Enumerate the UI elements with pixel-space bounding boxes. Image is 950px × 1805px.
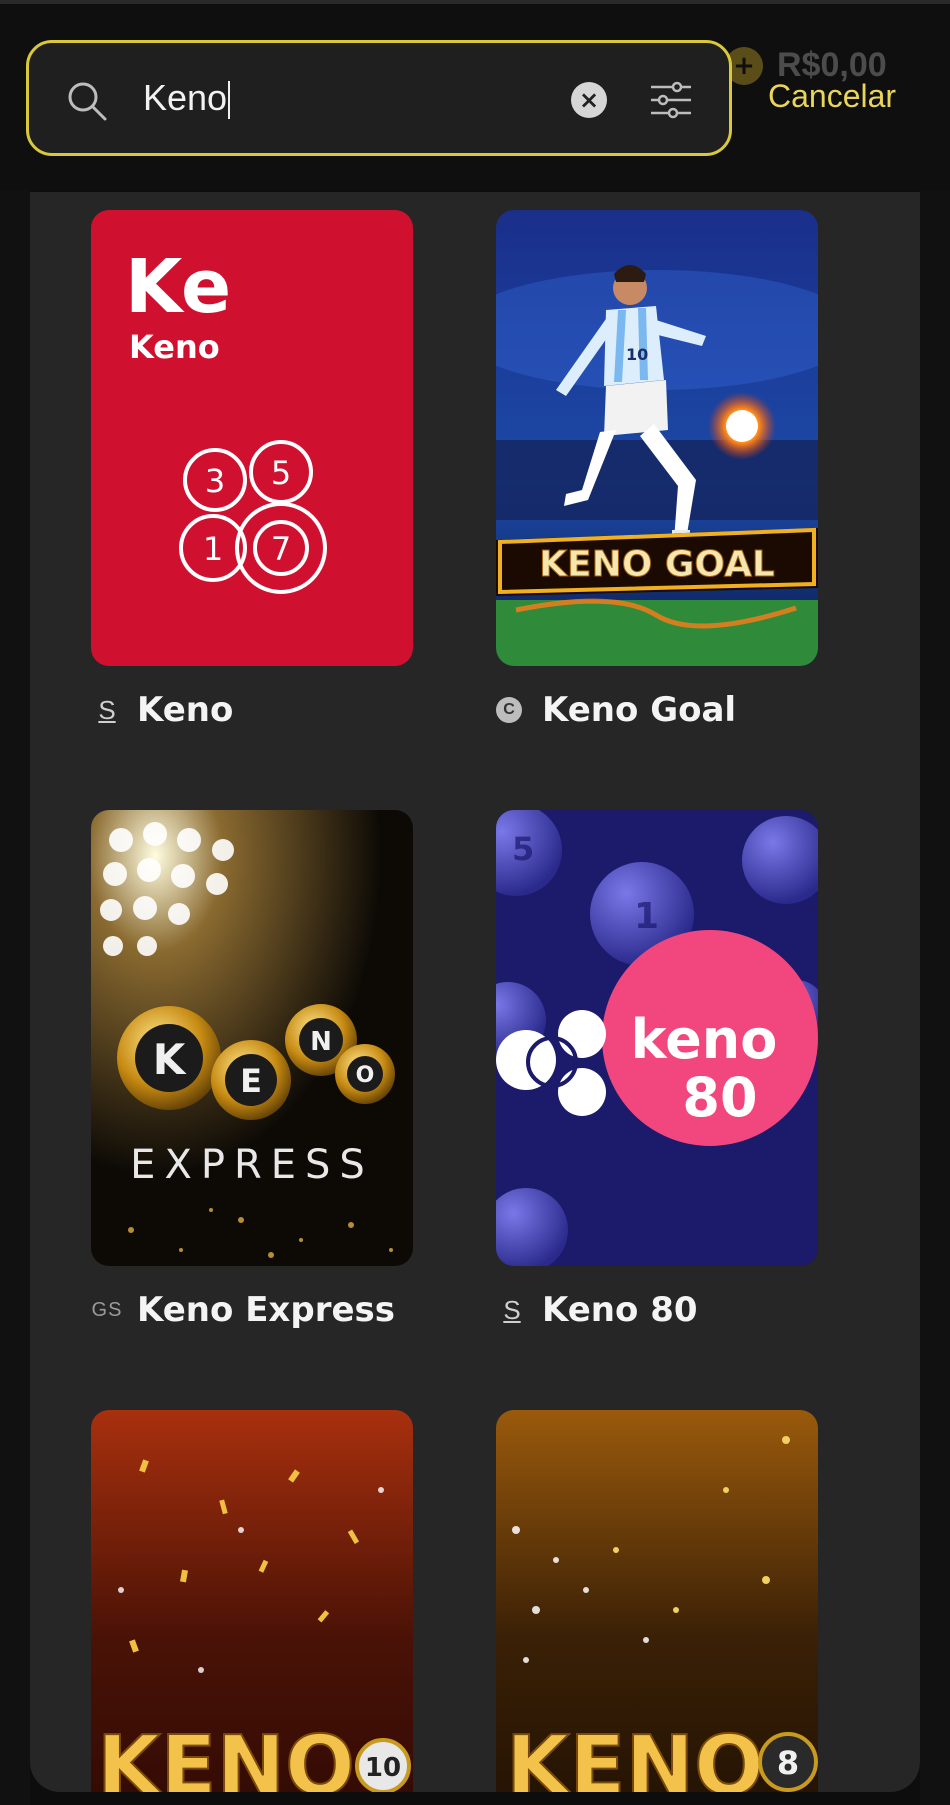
game-caption: C Keno Goal xyxy=(496,688,818,732)
provider-badge: S xyxy=(98,694,116,725)
ball-label: N xyxy=(310,1027,332,1057)
game-name[interactable]: Keno Express xyxy=(137,1290,395,1330)
ball-label: 5 xyxy=(512,830,534,868)
cancel-button[interactable]: Cancelar xyxy=(768,78,896,115)
keno-10-art: KENO 10 xyxy=(91,1410,413,1792)
provider-badge: C xyxy=(496,697,522,723)
text-caret xyxy=(228,81,231,120)
game-thumbnail[interactable]: 10 KENO GOAL xyxy=(496,210,818,666)
art-subtitle: Keno xyxy=(129,328,220,366)
ball-label: O xyxy=(356,1063,375,1088)
ball-label: K xyxy=(153,1035,187,1084)
game-card[interactable]: 10 KENO GOAL C Keno Goal xyxy=(496,210,818,732)
game-card[interactable]: 5 1 keno 80 S Keno 80 xyxy=(496,810,818,1332)
art-word: EXPRESS xyxy=(130,1142,374,1188)
game-thumbnail[interactable]: K E N O EXPRESS xyxy=(91,810,413,1266)
art-badge: 10 xyxy=(365,1753,401,1783)
filter-icon[interactable] xyxy=(649,79,693,121)
art-banner: KENO GOAL xyxy=(539,544,775,585)
search-results-panel[interactable]: Ke Keno 3 5 1 7 S Keno 10 KENO GOAL C Ke… xyxy=(30,192,920,1792)
ball-label: 5 xyxy=(271,454,291,492)
game-caption: S Keno xyxy=(91,688,413,732)
game-thumbnail[interactable]: Ke Keno 3 5 1 7 xyxy=(91,210,413,666)
ball-label: 7 xyxy=(271,530,291,568)
keno-goal-art: 10 KENO GOAL xyxy=(496,210,818,666)
art-word: KENO xyxy=(506,1719,764,1792)
search-box[interactable]: Keno × xyxy=(26,40,732,156)
game-caption: S Keno 80 xyxy=(496,1288,818,1332)
search-input-value: Keno xyxy=(143,77,228,118)
ball-label: E xyxy=(240,1062,262,1100)
clear-icon[interactable]: × xyxy=(571,82,607,118)
ball-label: 1 xyxy=(203,530,223,568)
game-card[interactable]: Ke Keno 3 5 1 7 S Keno xyxy=(91,210,413,732)
art-line2: 80 xyxy=(682,1066,757,1129)
keno-art: Ke Keno 3 5 1 7 xyxy=(91,210,413,666)
game-thumbnail[interactable]: KENO 8 xyxy=(496,1410,818,1792)
ball-label: 1 xyxy=(634,896,659,937)
ball-label: 3 xyxy=(205,462,225,500)
art-word: KENO xyxy=(97,1719,355,1792)
art-badge: 8 xyxy=(777,1744,799,1782)
game-card[interactable]: KENO 8 xyxy=(496,1410,818,1792)
top-bar: + R$0,00 Keno × Cancelar xyxy=(0,0,950,190)
game-name[interactable]: Keno 80 xyxy=(542,1290,698,1330)
background-right xyxy=(920,190,950,1805)
art-title: Ke xyxy=(125,244,231,330)
game-card[interactable]: KENO 10 xyxy=(91,1410,413,1792)
game-thumbnail[interactable]: KENO 10 xyxy=(91,1410,413,1792)
jersey-number: 10 xyxy=(626,345,648,364)
status-line xyxy=(0,0,950,4)
background-left xyxy=(0,190,30,1805)
game-card[interactable]: K E N O EXPRESS GS Keno Express xyxy=(91,810,413,1332)
search-icon xyxy=(68,82,107,121)
keno-8-art: KENO 8 xyxy=(496,1410,818,1792)
provider-badge: GS xyxy=(91,1298,123,1321)
search-input[interactable]: Keno xyxy=(143,73,231,123)
keno-80-art: 5 1 keno 80 xyxy=(496,810,818,1266)
game-thumbnail[interactable]: 5 1 keno 80 xyxy=(496,810,818,1266)
keno-express-art: K E N O EXPRESS xyxy=(91,810,413,1266)
game-name[interactable]: Keno Goal xyxy=(542,690,736,730)
game-name[interactable]: Keno xyxy=(137,690,233,730)
game-caption: GS Keno Express xyxy=(91,1288,413,1332)
provider-badge: S xyxy=(503,1294,521,1325)
art-line1: keno xyxy=(631,1008,778,1071)
